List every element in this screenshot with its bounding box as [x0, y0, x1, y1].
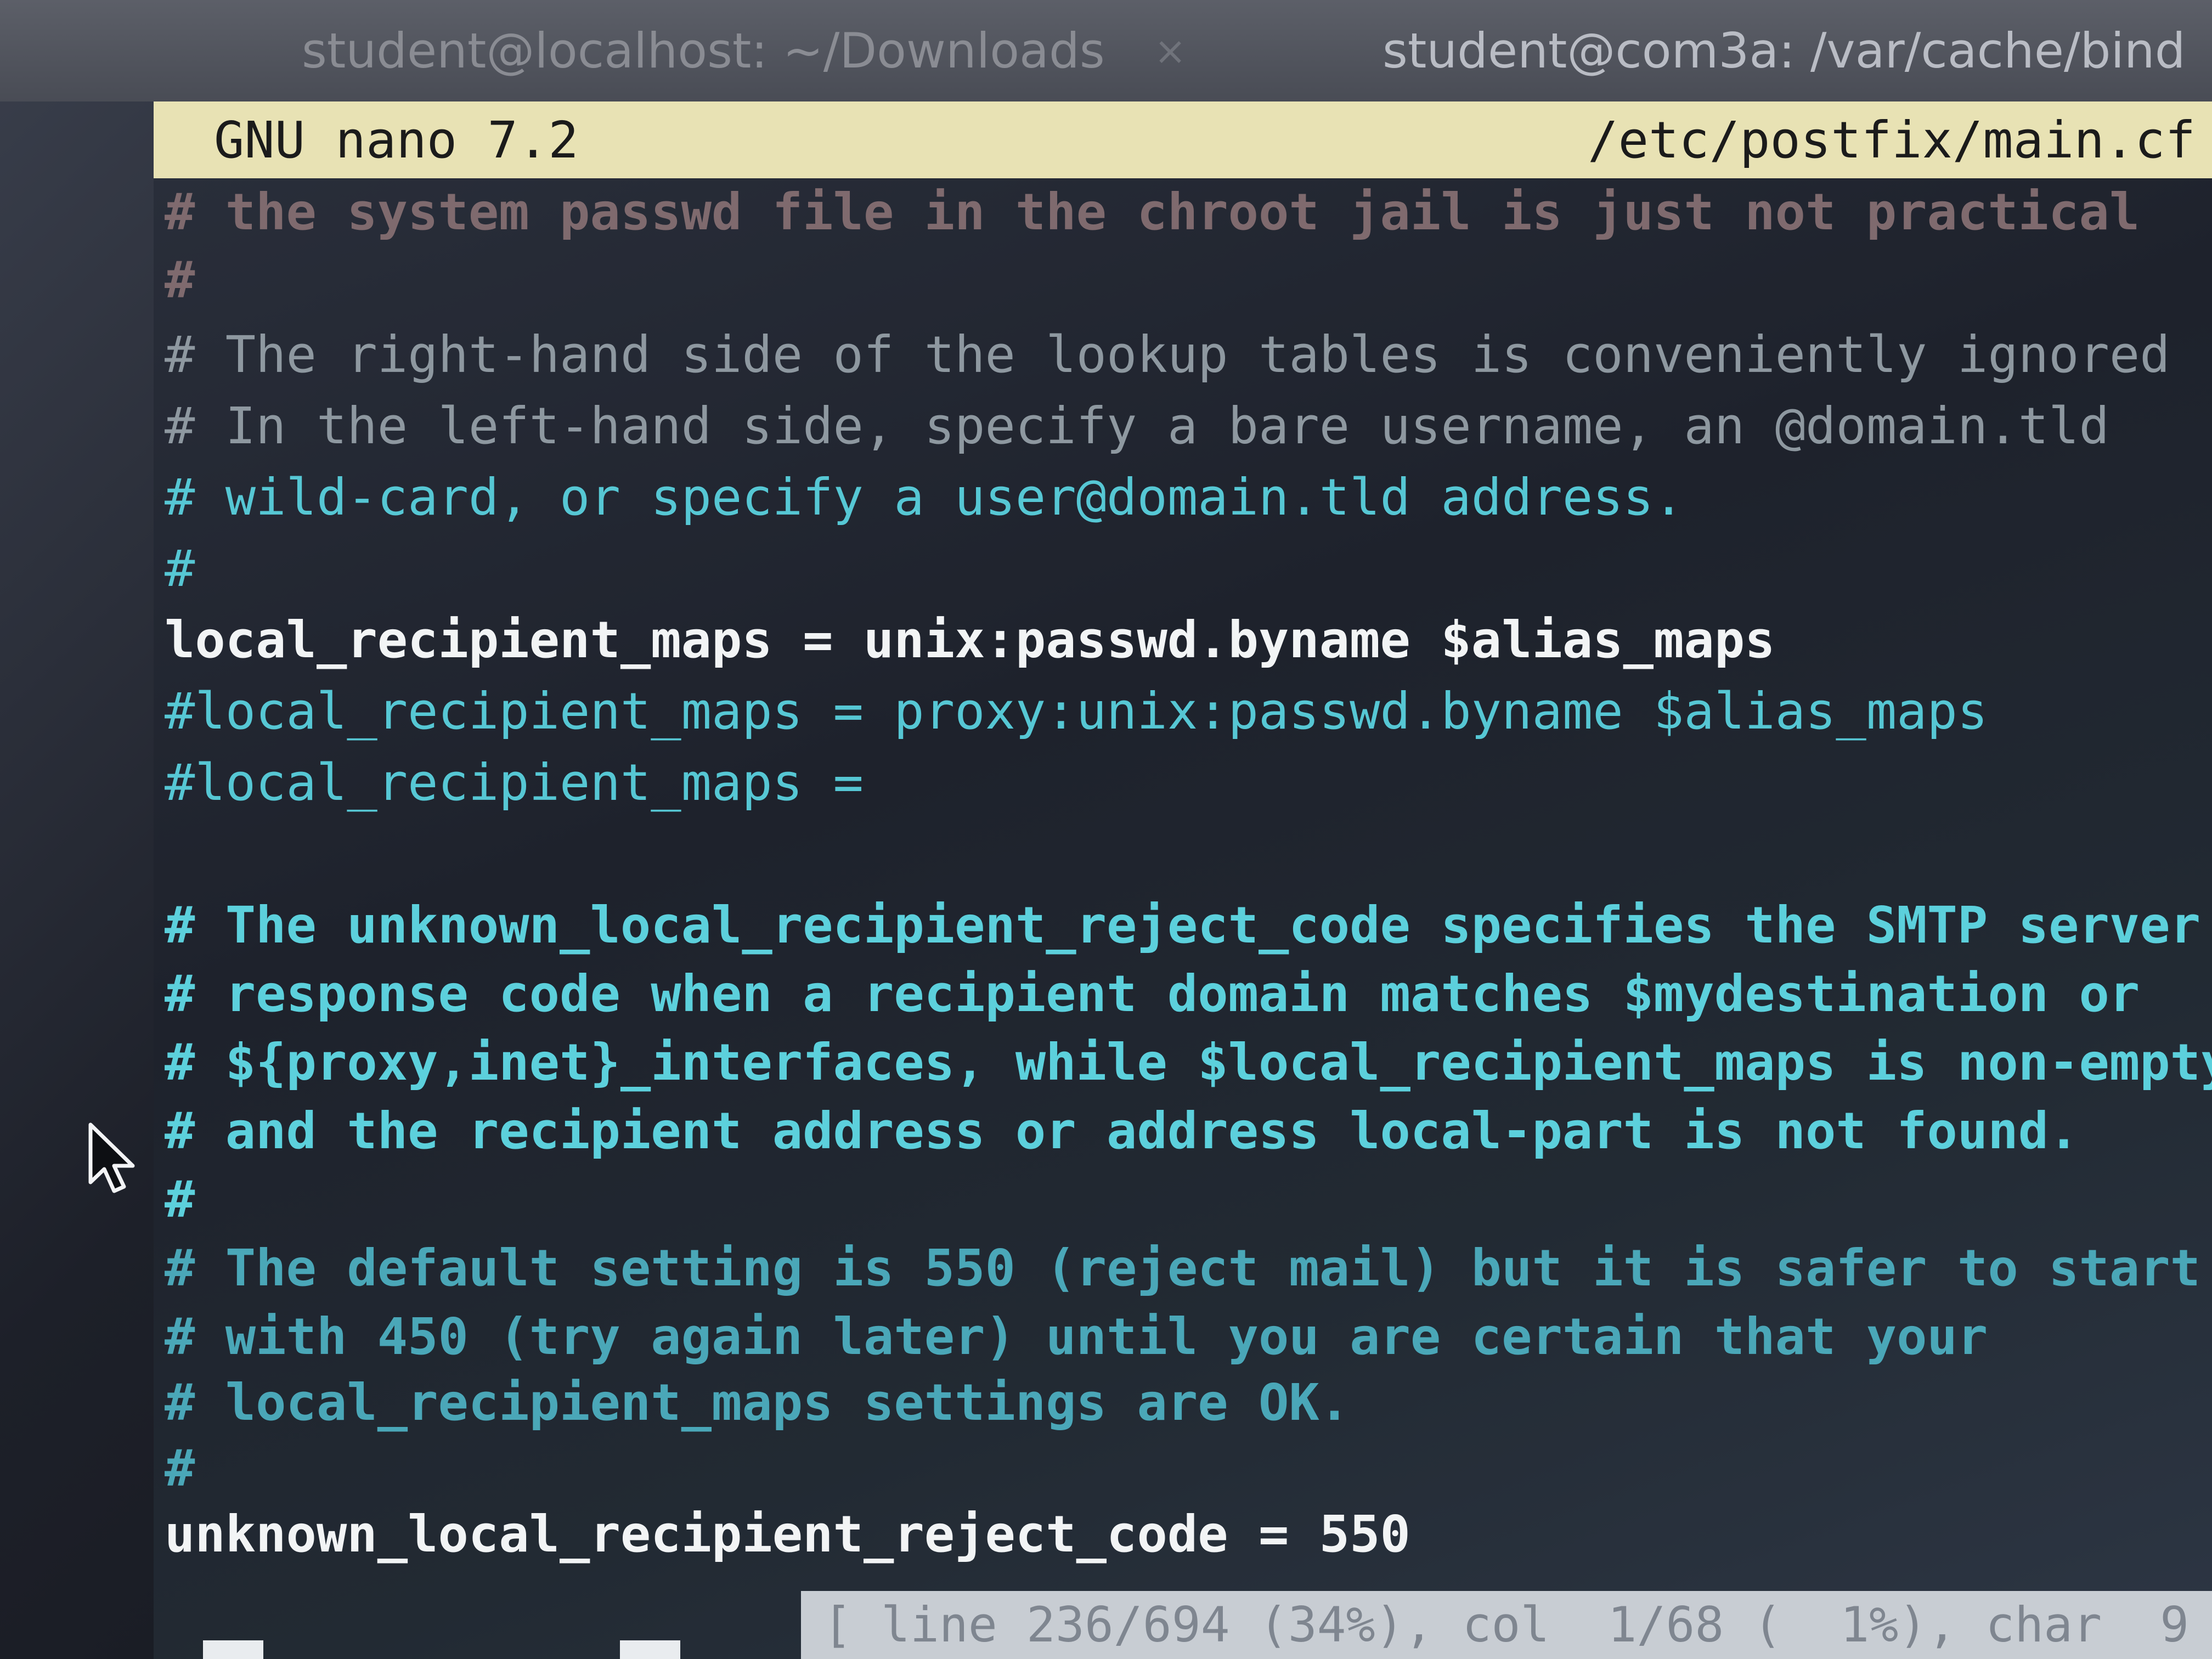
file-line: # the system passwd file in the chroot j… — [165, 183, 2140, 241]
file-line: # response code when a recipient domain … — [165, 964, 2140, 1023]
file-line: # The default setting is 550 (reject mai… — [165, 1239, 2201, 1297]
file-line: # local_recipient_maps settings are OK. — [165, 1373, 1350, 1432]
tab-title: student@localhost: ~/Downloads — [302, 22, 1105, 79]
tab-localhost-downloads[interactable]: student@localhost: ~/Downloads × — [302, 0, 1186, 101]
file-line: # — [165, 1170, 195, 1229]
nano-version: GNU nano 7.2 — [214, 110, 579, 170]
file-line: # with 450 (try again later) until you a… — [165, 1307, 1988, 1366]
editor-area[interactable]: # the system passwd file in the chroot j… — [154, 178, 2212, 1583]
file-line: #local_recipient_maps = — [165, 753, 864, 812]
file-line: local_recipient_maps = unix:passwd.bynam… — [165, 611, 1775, 669]
close-icon[interactable]: × — [1154, 29, 1187, 74]
nano-status-bar: [ line 236/694 (34%), col 1/68 ( 1%), ch… — [801, 1591, 2212, 1659]
file-line: # The unknown_local_recipient_reject_cod… — [165, 896, 2201, 955]
tab-com3a-bind[interactable]: student@com3a: /var/cache/bind × — [1383, 0, 2212, 101]
file-line: # — [165, 539, 195, 598]
terminal-tab-bar: student@localhost: ~/Downloads × student… — [0, 0, 2212, 101]
terminal-window[interactable]: GNU nano 7.2 /etc/postfix/main.cf # the … — [154, 101, 2212, 1659]
file-line: unknown_local_recipient_reject_code = 55… — [165, 1505, 1410, 1564]
mouse-pointer-icon — [88, 1122, 135, 1193]
nano-title-bar: GNU nano 7.2 /etc/postfix/main.cf — [154, 101, 2212, 178]
file-line: # In the left-hand side, specify a bare … — [165, 397, 2109, 455]
file-line: # — [165, 251, 195, 309]
file-name: /etc/postfix/main.cf — [1588, 110, 2196, 170]
file-line: # wild-card, or specify a user@domain.tl… — [165, 468, 1684, 527]
file-line: # ${proxy,inet}_interfaces, while $local… — [165, 1033, 2212, 1092]
shortcut-key-block — [203, 1640, 263, 1659]
file-line: # and the recipient address or address l… — [165, 1102, 2079, 1160]
file-line: # — [165, 1439, 195, 1498]
shortcut-key-block — [620, 1640, 680, 1659]
file-line: # The right-hand side of the lookup tabl… — [165, 325, 2170, 384]
tab-title: student@com3a: /var/cache/bind — [1383, 22, 2186, 79]
file-line: #local_recipient_maps = proxy:unix:passw… — [165, 682, 1988, 741]
screen: student@localhost: ~/Downloads × student… — [0, 0, 2212, 1659]
